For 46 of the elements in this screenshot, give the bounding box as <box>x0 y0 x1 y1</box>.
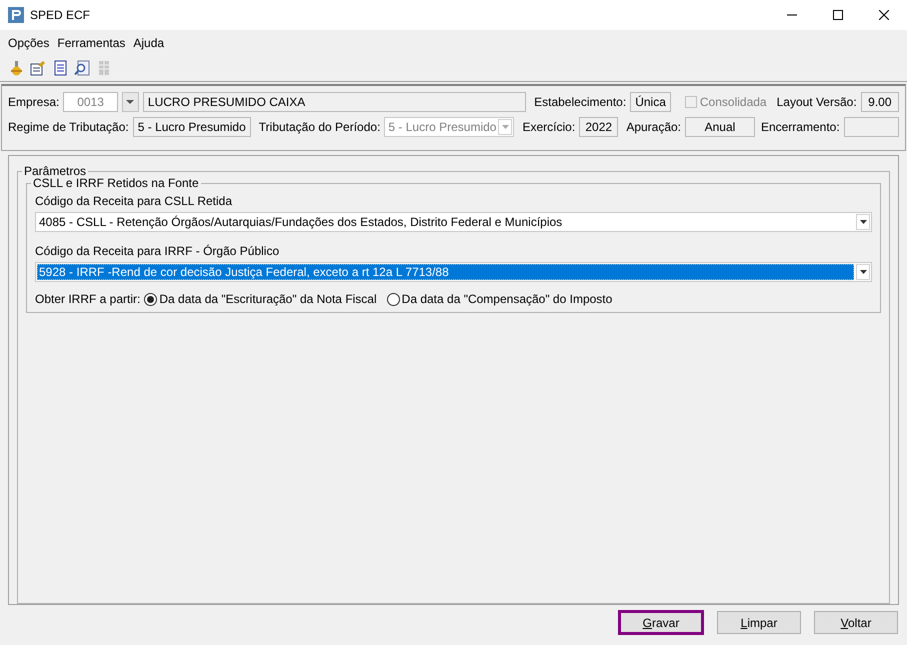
dropdown-button[interactable] <box>122 92 139 112</box>
caret-icon <box>860 220 866 224</box>
csll-code-dropdown[interactable]: 4085 - CSLL - Retenção Órgãos/Autarquias/Fundações dos Estados, Distrito Federal e Municípios <box>35 212 872 232</box>
field-label: Empresa: <box>8 95 60 109</box>
checkbox-label: Consolidada <box>700 95 767 109</box>
company-code-field[interactable]: 0013 <box>63 92 118 112</box>
caret-icon <box>860 270 866 274</box>
menu-item[interactable]: Ferramentas <box>53 34 130 52</box>
radio-button[interactable] <box>386 292 400 306</box>
panel-title: Parâmetros <box>23 164 88 178</box>
properties-icon[interactable] <box>30 60 46 76</box>
close-icon <box>879 10 889 20</box>
field-label: Regime de Tributação: <box>8 120 129 134</box>
action-button[interactable]: Voltar <box>814 611 898 634</box>
assessment-field: Anual <box>685 117 755 137</box>
maximize-icon <box>833 10 843 20</box>
field-label: Apuração: <box>626 120 682 134</box>
group-title: CSLL e IRRF Retidos na Fonte <box>32 176 200 190</box>
window-title: SPED ECF <box>30 8 92 22</box>
caret-icon <box>126 100 134 104</box>
field-label: Layout Versão: <box>776 95 857 109</box>
document-icon[interactable] <box>52 60 68 76</box>
field-label: Tributação do Período: <box>258 120 380 134</box>
magnifier-icon[interactable] <box>74 60 90 76</box>
radio-label[interactable]: Da data da "Compensação" do Imposto <box>402 292 612 306</box>
establishment-field: Única <box>630 92 671 112</box>
menu-item[interactable]: Ajuda <box>129 34 168 52</box>
fiscal-year-field: 2022 <box>579 117 618 137</box>
app-logo-icon <box>8 7 24 23</box>
field-label: Código da Receita para CSLL Retida <box>35 194 232 208</box>
tax-regime-field: 5 - Lucro Presumido <box>132 117 251 137</box>
irrf-code-dropdown[interactable]: 5928 - IRRF -Rend de cor decisão Justiça Federal, exceto a rt 12a L 7713/88 <box>35 262 872 282</box>
layout-version-field: 9.00 <box>860 92 899 112</box>
action-button[interactable]: Gravar <box>618 610 704 635</box>
action-button[interactable]: Limpar <box>717 611 801 634</box>
caret-icon <box>502 125 509 129</box>
field-label: Estabelecimento: <box>534 95 626 109</box>
closing-field <box>844 117 900 137</box>
company-name-field: LUCRO PRESUMIDO CAIXA <box>142 92 526 112</box>
field-label: Exercício: <box>522 120 576 134</box>
field-label: Código da Receita para IRRF - Órgão Público <box>35 244 280 258</box>
radio-button[interactable] <box>144 292 158 306</box>
menu-item[interactable]: Opções <box>4 34 54 52</box>
field-label: Obter IRRF a partir: <box>35 292 140 306</box>
radio-label[interactable]: Da data da "Escrituração" da Nota Fiscal <box>159 292 377 306</box>
field-label: Encerramento: <box>760 120 840 134</box>
